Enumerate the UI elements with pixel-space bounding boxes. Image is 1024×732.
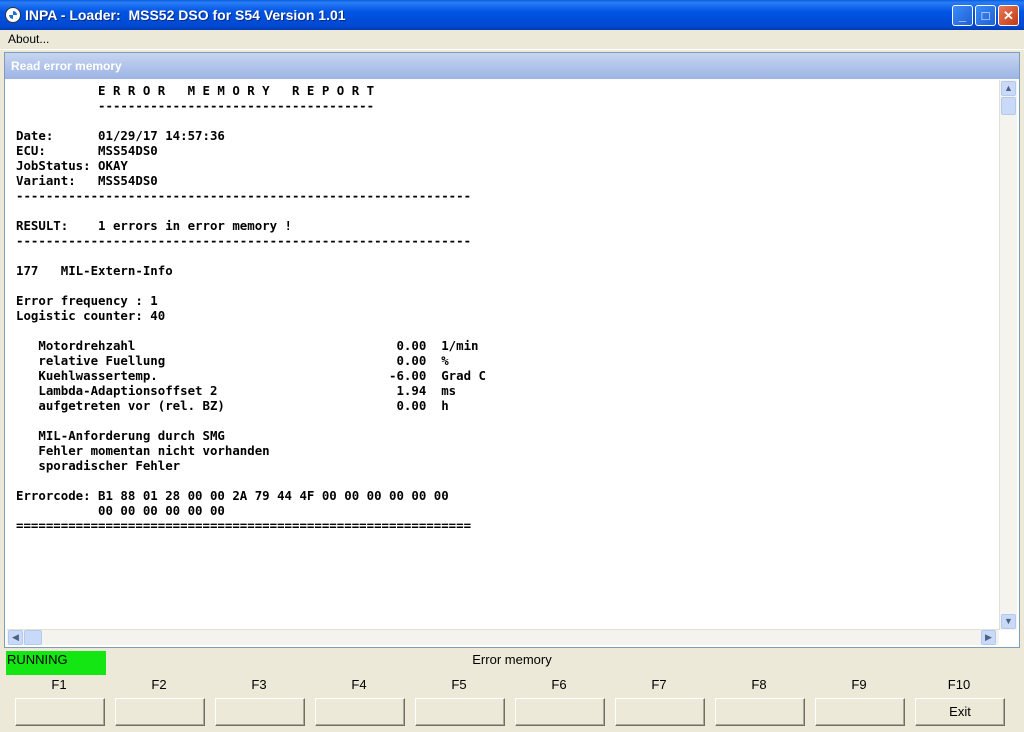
fkey-label-f4: F4 <box>351 677 367 692</box>
vertical-scroll-thumb[interactable] <box>1001 97 1016 115</box>
horizontal-scroll-thumb[interactable] <box>24 630 42 645</box>
f9-button[interactable] <box>815 698 905 726</box>
f1-button[interactable] <box>15 698 105 726</box>
fkey-label-f2: F2 <box>151 677 167 692</box>
right-arrow-icon[interactable]: ▶ <box>981 630 996 645</box>
f5-button[interactable] <box>415 698 505 726</box>
fkey-label-f7: F7 <box>651 677 667 692</box>
f6-button[interactable] <box>515 698 605 726</box>
error-memory-report: E R R O R M E M O R Y R E P O R T ------… <box>16 83 486 533</box>
menu-about[interactable]: About... <box>8 32 49 46</box>
report-area[interactable]: E R R O R M E M O R Y R E P O R T ------… <box>7 80 999 630</box>
horizontal-scrollbar[interactable]: ◀ ▶ <box>7 629 999 645</box>
up-arrow-icon[interactable]: ▲ <box>1001 81 1016 96</box>
exit-button[interactable]: Exit <box>915 698 1005 726</box>
fkey-label-f9: F9 <box>851 677 867 692</box>
fkey-label-f5: F5 <box>451 677 467 692</box>
fkey-label-f10: F10 <box>947 677 971 692</box>
bmw-logo-icon[interactable] <box>5 7 21 23</box>
fkey-label-f3: F3 <box>251 677 267 692</box>
maximize-button[interactable]: □ <box>975 5 996 26</box>
f2-button[interactable] <box>115 698 205 726</box>
window-title: INPA - Loader: MSS52 DSO for S54 Version… <box>25 7 346 23</box>
f4-button[interactable] <box>315 698 405 726</box>
left-arrow-icon[interactable]: ◀ <box>8 630 23 645</box>
f7-button[interactable] <box>615 698 705 726</box>
close-button[interactable]: ✕ <box>998 5 1019 26</box>
panel-title: Read error memory <box>5 53 1019 79</box>
title-bar: INPA - Loader: MSS52 DSO for S54 Version… <box>0 0 1024 30</box>
fkey-label-f1: F1 <box>51 677 67 692</box>
fkey-label-f6: F6 <box>551 677 567 692</box>
f8-button[interactable] <box>715 698 805 726</box>
minimize-button[interactable]: _ <box>952 5 973 26</box>
f3-button[interactable] <box>215 698 305 726</box>
fkey-label-f8: F8 <box>751 677 767 692</box>
screen-title: Error memory <box>472 652 552 667</box>
down-arrow-icon[interactable]: ▼ <box>1001 614 1016 629</box>
menu-bar: About... <box>0 30 1024 50</box>
function-key-bar: RUNNING Error memory F1 F2 F3 F4 F5 F6 F… <box>0 649 1024 732</box>
report-panel: Read error memory E R R O R M E M O R Y … <box>4 52 1020 648</box>
vertical-scrollbar[interactable]: ▲ ▼ <box>999 80 1017 630</box>
